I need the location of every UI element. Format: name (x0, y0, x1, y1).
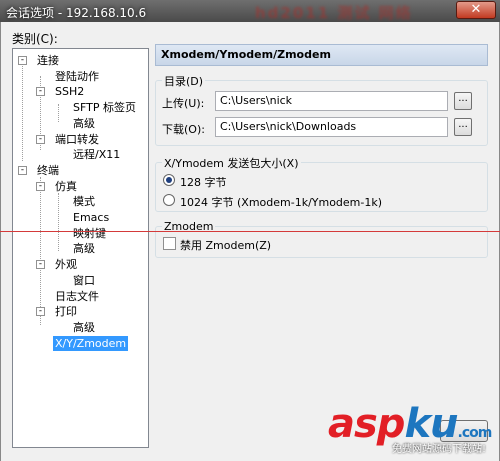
tree-collapse-icon[interactable]: - (18, 165, 27, 175)
tree-item[interactable]: 外观 (53, 257, 79, 272)
packet-128-label[interactable]: 128 字节 (180, 174, 227, 190)
window-title: 会话选项 - 192.168.10.6 (6, 6, 147, 20)
tree-collapse-icon[interactable]: - (36, 260, 45, 270)
upload-path-input[interactable]: C:\Users\nick (215, 91, 448, 111)
tree-item[interactable]: X/Y/Zmodem (53, 335, 129, 351)
tree-item[interactable]: 窗口 (71, 273, 97, 288)
annotation-line (0, 231, 500, 232)
tree-item[interactable]: 仿真 (53, 179, 79, 194)
blurred-banner: hd2011 测试 网络 (255, 4, 413, 22)
tree-collapse-icon[interactable]: - (36, 307, 45, 317)
tree-item[interactable]: 高级 (71, 320, 97, 335)
tree-collapse-icon[interactable]: - (36, 134, 45, 144)
download-label: 下载(O): (162, 123, 205, 136)
packet-1024-radio[interactable] (163, 194, 175, 206)
close-icon: ✕ (470, 2, 482, 17)
disable-zmodem-checkbox[interactable] (163, 237, 176, 250)
directory-group-label: 目录(D) (162, 73, 206, 89)
title-bar: 会话选项 - 192.168.10.6 hd2011 测试 网络 ✕ (0, 0, 500, 22)
tree-item[interactable]: 登陆动作 (53, 69, 101, 84)
tree-item[interactable]: 远程/X11 (71, 147, 122, 162)
packet-1024-label[interactable]: 1024 字节 (Xmodem-1k/Ymodem-1k) (180, 194, 382, 210)
tree-item[interactable]: SSH2 (53, 84, 86, 99)
tree-item[interactable]: 端口转发 (53, 132, 101, 147)
category-label: 类别(C): (12, 32, 58, 46)
upload-label: 上传(U): (162, 97, 205, 110)
tree-item[interactable]: 连接 (35, 53, 61, 68)
tree-item[interactable]: 打印 (53, 304, 79, 319)
tree-guide-line (40, 177, 41, 325)
tree-collapse-icon[interactable]: - (18, 56, 27, 65)
tree-item[interactable]: 终端 (35, 163, 61, 178)
upload-browse-button[interactable]: ... (454, 92, 472, 110)
category-tree[interactable]: 连接 - 登陆动作 SSH2- SFTP 标签页 高级 端口转发 - 远程/X11 终端 - 仿真 - 模… (12, 48, 149, 448)
tree-item[interactable]: 高级 (71, 116, 97, 131)
panel-header: Xmodem/Ymodem/Zmodem (155, 44, 488, 66)
close-button[interactable]: ✕ (456, 1, 496, 19)
tree-item[interactable]: SFTP 标签页 (71, 100, 138, 115)
tree-guide-line (22, 61, 23, 161)
tree-item[interactable]: 高级 (71, 241, 97, 256)
tree-collapse-icon[interactable]: - (36, 181, 45, 191)
xymodem-group-label: X/Ymodem 发送包大小(X) (162, 155, 301, 171)
packet-128-radio[interactable] (163, 174, 175, 186)
watermark-subtitle: 免费网站源码下载站! (392, 444, 487, 455)
tree-collapse-icon[interactable]: - (36, 87, 45, 97)
tree-item[interactable]: 日志文件 (53, 289, 101, 304)
tree-item[interactable]: Emacs (71, 210, 111, 225)
tree-item[interactable]: 模式 (71, 194, 97, 209)
tree-guide-line (58, 193, 59, 251)
download-path-input[interactable]: C:\Users\nick\Downloads (215, 117, 448, 137)
tree-item[interactable]: 映射键 (71, 226, 108, 241)
tree-guide-line (58, 104, 59, 122)
disable-zmodem-label[interactable]: 禁用 Zmodem(Z) (180, 237, 271, 253)
watermark-com: .com (457, 425, 493, 441)
download-browse-button[interactable]: ... (454, 118, 472, 136)
